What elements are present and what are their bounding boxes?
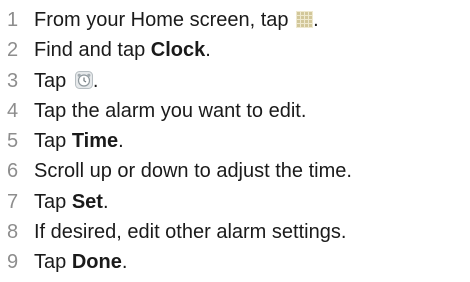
step-keyword: Clock <box>150 39 206 61</box>
step-number: 1 <box>7 9 19 31</box>
step-number: 8 <box>7 221 19 243</box>
step-text: Find and tap Clock. <box>34 35 211 65</box>
step-text-part: Tap <box>34 70 72 92</box>
step-keyword: Set <box>71 191 103 213</box>
step-text-part: . <box>92 70 99 92</box>
step-text: Tap Time. <box>34 126 124 156</box>
step-text: Tap the alarm you want to edit. <box>34 100 307 122</box>
step-number: 9 <box>7 251 19 273</box>
step-number: 5 <box>7 130 19 152</box>
step-number: 3 <box>7 70 19 92</box>
step-text-part: Tap <box>34 191 72 213</box>
step-text: Tap Set. <box>34 187 109 217</box>
step-text-part: Tap <box>34 130 72 152</box>
alarm-clock-icon <box>74 71 93 89</box>
step-number: 7 <box>7 191 19 213</box>
step-text-part: . <box>205 39 211 61</box>
step-keyword: Done <box>71 251 122 273</box>
apps-grid-icon <box>296 11 314 28</box>
step-number: 2 <box>7 39 19 61</box>
step-text: Tap . <box>34 66 98 96</box>
step-text-part: . <box>118 130 124 152</box>
step-text: Tap Done. <box>34 247 127 277</box>
step-number: 4 <box>7 100 19 122</box>
step-text-part: Tap <box>34 251 72 273</box>
step-text: From your Home screen, tap . <box>34 5 319 35</box>
step-number: 6 <box>7 160 19 182</box>
step-text-part: . <box>102 191 109 213</box>
step-text-part: From your Home screen, tap <box>34 9 295 31</box>
step-text: If desired, edit other alarm settings. <box>34 221 347 243</box>
step-text-part: Find and tap <box>34 39 151 61</box>
step-text: Scroll up or down to adjust the time. <box>34 160 352 182</box>
step-text-part: . <box>313 9 319 31</box>
step-text-part: . <box>121 251 128 273</box>
step-keyword: Time <box>71 130 119 152</box>
instruction-list: 1 From your Home screen, tap . 2 Find an… <box>0 0 470 282</box>
